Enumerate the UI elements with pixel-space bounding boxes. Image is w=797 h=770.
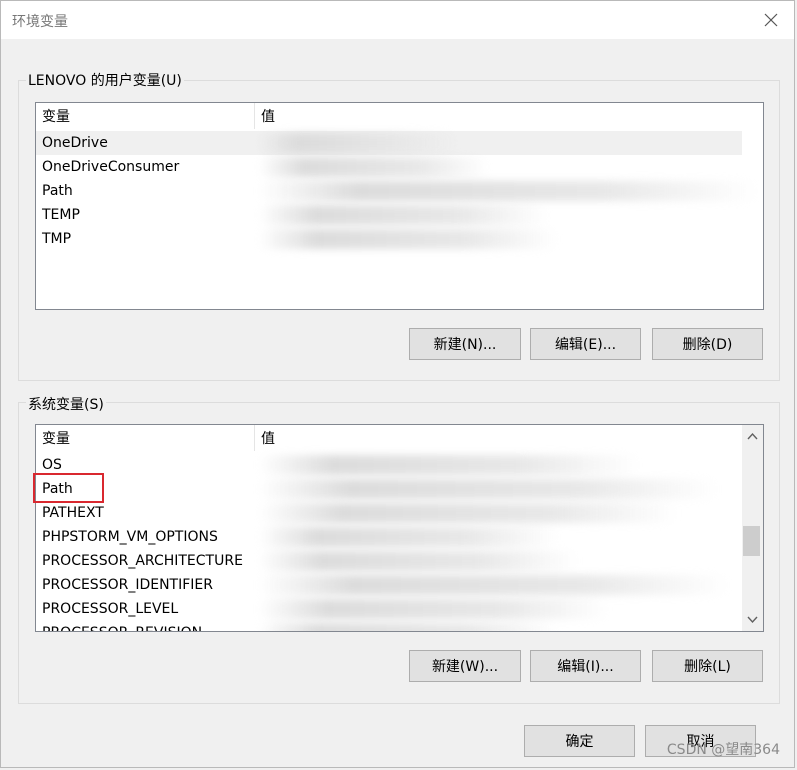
system-new-button[interactable]: 新建(W)... bbox=[409, 650, 521, 682]
user-variables-label: LENOVO 的用户变量(U) bbox=[26, 70, 184, 90]
path-highlight-box bbox=[33, 473, 104, 503]
title-bar: 环境变量 bbox=[1, 1, 794, 39]
scroll-up-icon[interactable] bbox=[744, 428, 761, 445]
user-col-variable[interactable]: 变量 bbox=[36, 103, 255, 129]
user-list-header: 变量 值 bbox=[36, 103, 763, 129]
scroll-down-icon[interactable] bbox=[744, 611, 761, 628]
system-variable-row-value-obscured bbox=[258, 599, 608, 619]
system-col-value[interactable]: 值 bbox=[255, 425, 742, 451]
user-edit-button[interactable]: 编辑(E)... bbox=[530, 328, 641, 360]
user-new-button[interactable]: 新建(N)... bbox=[409, 328, 521, 360]
user-variables-list[interactable]: 变量 值 OneDrive OneDriveConsumer Path TEMP TMP bbox=[35, 102, 764, 310]
system-variable-row-name: PROCESSOR_LEVEL bbox=[42, 601, 179, 617]
window-title: 环境变量 bbox=[12, 14, 68, 30]
user-variable-row-name: Path bbox=[42, 183, 73, 199]
ok-button[interactable]: 确定 bbox=[524, 725, 635, 757]
user-variable-row-name: OneDriveConsumer bbox=[42, 159, 180, 175]
scroll-thumb[interactable] bbox=[743, 526, 760, 556]
environment-variables-dialog: 环境变量 LENOVO 的用户变量(U) 变量 值 OneDrive OneDri… bbox=[0, 0, 795, 768]
system-edit-button[interactable]: 编辑(I)... bbox=[530, 650, 641, 682]
system-list-header: 变量 值 bbox=[36, 425, 763, 451]
system-variable-row-name: PATHEXT bbox=[42, 505, 104, 521]
user-variable-row-value-obscured bbox=[258, 181, 758, 201]
system-variable-row-name: PHPSTORM_VM_OPTIONS bbox=[42, 529, 218, 545]
system-variable-row-name: PROCESSOR_ARCHITECTURE bbox=[42, 553, 243, 569]
user-variable-row-value-obscured bbox=[258, 205, 548, 225]
system-list-scrollbar[interactable] bbox=[742, 425, 763, 631]
system-variable-row-value-obscured bbox=[258, 527, 558, 547]
user-delete-button[interactable]: 删除(D) bbox=[652, 328, 763, 360]
system-col-variable[interactable]: 变量 bbox=[36, 425, 255, 451]
user-col-value[interactable]: 值 bbox=[255, 103, 742, 129]
watermark: CSDN @望南364 bbox=[666, 742, 780, 758]
system-variable-row-value-obscured bbox=[258, 503, 678, 523]
system-delete-button[interactable]: 删除(L) bbox=[652, 650, 763, 682]
system-variables-list[interactable]: 变量 值 OS Path PATHEXT PHPSTORM_VM_OPTIONS PRO… bbox=[35, 424, 764, 632]
system-variable-row-value-obscured bbox=[258, 455, 638, 475]
system-variables-label: 系统变量(S) bbox=[26, 394, 106, 414]
system-variable-row-name: PROCESSOR_IDENTIFIER bbox=[42, 577, 213, 593]
user-variable-row-value-obscured bbox=[258, 133, 458, 153]
user-variable-row-name: TEMP bbox=[42, 207, 80, 223]
system-variable-row-value-obscured bbox=[258, 479, 718, 499]
system-variable-row-name: PROCESSOR_REVISION bbox=[42, 625, 202, 631]
system-variable-row-name: OS bbox=[42, 457, 62, 473]
system-variable-row-value-obscured bbox=[258, 575, 728, 595]
user-variable-row-value-obscured bbox=[258, 157, 488, 177]
user-variable-row-value-obscured bbox=[258, 229, 558, 249]
system-variable-row-value-obscured bbox=[258, 623, 558, 631]
user-variable-row-name: OneDrive bbox=[42, 135, 108, 151]
user-variable-row-name: TMP bbox=[42, 231, 72, 247]
close-icon[interactable] bbox=[762, 11, 780, 29]
system-variable-row-value-obscured bbox=[258, 551, 578, 571]
